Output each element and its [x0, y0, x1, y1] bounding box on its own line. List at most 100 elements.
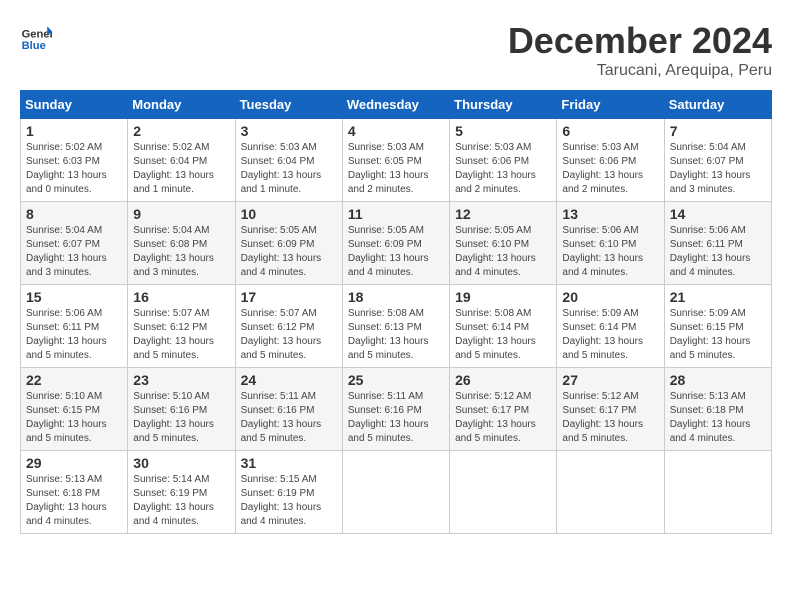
weekday-header: Saturday [664, 91, 771, 119]
day-number: 30 [133, 455, 229, 471]
sunrise-label: Sunrise: 5:11 AM [348, 391, 423, 402]
weekday-header: Tuesday [235, 91, 342, 119]
day-info: Sunrise: 5:02 AM Sunset: 6:04 PM Dayligh… [133, 141, 229, 197]
calendar-day-cell: 20 Sunrise: 5:09 AM Sunset: 6:14 PM Dayl… [557, 285, 664, 368]
sunrise-label: Sunrise: 5:12 AM [562, 391, 638, 402]
day-info: Sunrise: 5:13 AM Sunset: 6:18 PM Dayligh… [670, 390, 766, 446]
calendar-day-cell: 4 Sunrise: 5:03 AM Sunset: 6:05 PM Dayli… [342, 119, 449, 202]
day-number: 16 [133, 289, 229, 305]
day-info: Sunrise: 5:14 AM Sunset: 6:19 PM Dayligh… [133, 473, 229, 529]
day-number: 19 [455, 289, 551, 305]
daylight-label: Daylight: 13 hours and 4 minutes. [241, 253, 322, 278]
day-info: Sunrise: 5:08 AM Sunset: 6:13 PM Dayligh… [348, 307, 444, 363]
day-info: Sunrise: 5:03 AM Sunset: 6:06 PM Dayligh… [455, 141, 551, 197]
daylight-label: Daylight: 13 hours and 4 minutes. [670, 253, 751, 278]
day-info: Sunrise: 5:09 AM Sunset: 6:14 PM Dayligh… [562, 307, 658, 363]
daylight-label: Daylight: 13 hours and 5 minutes. [26, 419, 107, 444]
daylight-label: Daylight: 13 hours and 5 minutes. [348, 419, 429, 444]
calendar-day-cell: 26 Sunrise: 5:12 AM Sunset: 6:17 PM Dayl… [450, 368, 557, 451]
daylight-label: Daylight: 13 hours and 4 minutes. [348, 253, 429, 278]
calendar-day-cell [342, 451, 449, 534]
sunset-label: Sunset: 6:10 PM [455, 239, 529, 250]
calendar-day-cell: 31 Sunrise: 5:15 AM Sunset: 6:19 PM Dayl… [235, 451, 342, 534]
calendar-day-cell: 13 Sunrise: 5:06 AM Sunset: 6:10 PM Dayl… [557, 202, 664, 285]
sunrise-label: Sunrise: 5:04 AM [670, 142, 746, 153]
day-info: Sunrise: 5:10 AM Sunset: 6:15 PM Dayligh… [26, 390, 122, 446]
logo: General Blue [20, 20, 52, 52]
sunset-label: Sunset: 6:04 PM [241, 156, 315, 167]
sunrise-label: Sunrise: 5:04 AM [133, 225, 209, 236]
day-info: Sunrise: 5:12 AM Sunset: 6:17 PM Dayligh… [562, 390, 658, 446]
day-info: Sunrise: 5:06 AM Sunset: 6:11 PM Dayligh… [670, 224, 766, 280]
sunrise-label: Sunrise: 5:11 AM [241, 391, 316, 402]
calendar-day-cell: 22 Sunrise: 5:10 AM Sunset: 6:15 PM Dayl… [21, 368, 128, 451]
sunset-label: Sunset: 6:12 PM [133, 322, 207, 333]
day-info: Sunrise: 5:05 AM Sunset: 6:09 PM Dayligh… [348, 224, 444, 280]
day-number: 4 [348, 123, 444, 139]
day-info: Sunrise: 5:09 AM Sunset: 6:15 PM Dayligh… [670, 307, 766, 363]
sunrise-label: Sunrise: 5:10 AM [133, 391, 209, 402]
header: General Blue December 2024 Tarucani, Are… [20, 20, 772, 80]
sunset-label: Sunset: 6:03 PM [26, 156, 100, 167]
day-number: 15 [26, 289, 122, 305]
calendar-day-cell: 3 Sunrise: 5:03 AM Sunset: 6:04 PM Dayli… [235, 119, 342, 202]
calendar-body: 1 Sunrise: 5:02 AM Sunset: 6:03 PM Dayli… [21, 119, 772, 534]
day-info: Sunrise: 5:05 AM Sunset: 6:09 PM Dayligh… [241, 224, 337, 280]
day-number: 28 [670, 372, 766, 388]
sunset-label: Sunset: 6:18 PM [670, 405, 744, 416]
day-info: Sunrise: 5:15 AM Sunset: 6:19 PM Dayligh… [241, 473, 337, 529]
day-number: 23 [133, 372, 229, 388]
daylight-label: Daylight: 13 hours and 3 minutes. [670, 170, 751, 195]
sunset-label: Sunset: 6:11 PM [670, 239, 743, 250]
day-info: Sunrise: 5:03 AM Sunset: 6:04 PM Dayligh… [241, 141, 337, 197]
calendar-day-cell: 23 Sunrise: 5:10 AM Sunset: 6:16 PM Dayl… [128, 368, 235, 451]
sunrise-label: Sunrise: 5:08 AM [455, 308, 531, 319]
calendar-week-row: 22 Sunrise: 5:10 AM Sunset: 6:15 PM Dayl… [21, 368, 772, 451]
svg-text:Blue: Blue [22, 40, 46, 52]
sunrise-label: Sunrise: 5:05 AM [455, 225, 531, 236]
day-info: Sunrise: 5:11 AM Sunset: 6:16 PM Dayligh… [241, 390, 337, 446]
calendar-day-cell: 5 Sunrise: 5:03 AM Sunset: 6:06 PM Dayli… [450, 119, 557, 202]
day-info: Sunrise: 5:13 AM Sunset: 6:18 PM Dayligh… [26, 473, 122, 529]
sunset-label: Sunset: 6:07 PM [670, 156, 744, 167]
sunset-label: Sunset: 6:09 PM [241, 239, 315, 250]
sunset-label: Sunset: 6:07 PM [26, 239, 100, 250]
sunset-label: Sunset: 6:09 PM [348, 239, 422, 250]
sunrise-label: Sunrise: 5:03 AM [455, 142, 531, 153]
daylight-label: Daylight: 13 hours and 5 minutes. [455, 419, 536, 444]
sunset-label: Sunset: 6:14 PM [562, 322, 636, 333]
daylight-label: Daylight: 13 hours and 3 minutes. [26, 253, 107, 278]
weekday-header: Sunday [21, 91, 128, 119]
calendar-day-cell: 2 Sunrise: 5:02 AM Sunset: 6:04 PM Dayli… [128, 119, 235, 202]
day-number: 6 [562, 123, 658, 139]
sunrise-label: Sunrise: 5:09 AM [670, 308, 746, 319]
sunset-label: Sunset: 6:17 PM [455, 405, 529, 416]
daylight-label: Daylight: 13 hours and 5 minutes. [26, 336, 107, 361]
weekday-header: Monday [128, 91, 235, 119]
daylight-label: Daylight: 13 hours and 4 minutes. [26, 502, 107, 527]
day-info: Sunrise: 5:10 AM Sunset: 6:16 PM Dayligh… [133, 390, 229, 446]
sunrise-label: Sunrise: 5:05 AM [348, 225, 424, 236]
day-number: 8 [26, 206, 122, 222]
daylight-label: Daylight: 13 hours and 2 minutes. [348, 170, 429, 195]
daylight-label: Daylight: 13 hours and 4 minutes. [133, 502, 214, 527]
calendar-week-row: 29 Sunrise: 5:13 AM Sunset: 6:18 PM Dayl… [21, 451, 772, 534]
day-number: 11 [348, 206, 444, 222]
day-info: Sunrise: 5:03 AM Sunset: 6:06 PM Dayligh… [562, 141, 658, 197]
day-info: Sunrise: 5:03 AM Sunset: 6:05 PM Dayligh… [348, 141, 444, 197]
calendar-day-cell: 24 Sunrise: 5:11 AM Sunset: 6:16 PM Dayl… [235, 368, 342, 451]
daylight-label: Daylight: 13 hours and 2 minutes. [455, 170, 536, 195]
sunrise-label: Sunrise: 5:07 AM [133, 308, 209, 319]
day-number: 20 [562, 289, 658, 305]
sunset-label: Sunset: 6:16 PM [348, 405, 422, 416]
weekday-header: Friday [557, 91, 664, 119]
daylight-label: Daylight: 13 hours and 5 minutes. [562, 336, 643, 361]
day-number: 29 [26, 455, 122, 471]
sunrise-label: Sunrise: 5:04 AM [26, 225, 102, 236]
sunset-label: Sunset: 6:17 PM [562, 405, 636, 416]
sunrise-label: Sunrise: 5:14 AM [133, 474, 209, 485]
sunrise-label: Sunrise: 5:13 AM [26, 474, 102, 485]
day-number: 12 [455, 206, 551, 222]
sunset-label: Sunset: 6:16 PM [133, 405, 207, 416]
calendar-day-cell: 19 Sunrise: 5:08 AM Sunset: 6:14 PM Dayl… [450, 285, 557, 368]
